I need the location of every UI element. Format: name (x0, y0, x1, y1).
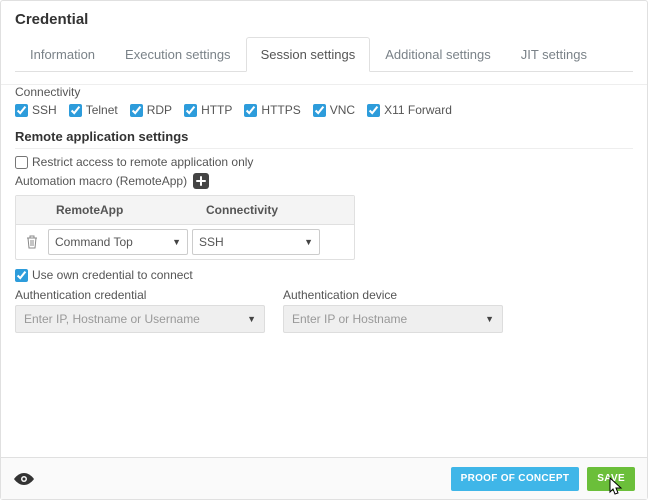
remoteapp-select[interactable]: Command Top ▼ (48, 229, 188, 255)
check-telnet[interactable]: Telnet (69, 103, 118, 117)
checkbox-http[interactable] (184, 104, 197, 117)
macro-label: Automation macro (RemoteApp) (15, 174, 187, 188)
check-label: HTTPS (261, 103, 300, 117)
placeholder-text: Enter IP, Hostname or Username (24, 312, 200, 326)
check-rdp[interactable]: RDP (130, 103, 172, 117)
page-title: Credential (15, 11, 633, 28)
connectivity-options: SSH Telnet RDP HTTP HTTPS VNC X11 Forwar… (15, 103, 633, 117)
check-label: Restrict access to remote application on… (32, 155, 253, 169)
chevron-down-icon: ▼ (304, 237, 313, 247)
auth-credential-input[interactable]: Enter IP, Hostname or Username ▼ (15, 305, 265, 333)
connectivity-select[interactable]: SSH ▼ (192, 229, 320, 255)
delete-row-button[interactable] (20, 235, 44, 249)
checkbox-ssh[interactable] (15, 104, 28, 117)
grid-header-conn: Connectivity (198, 196, 354, 224)
check-https[interactable]: HTTPS (244, 103, 300, 117)
tab-additional[interactable]: Additional settings (370, 37, 506, 72)
chevron-down-icon: ▼ (247, 314, 256, 324)
tab-jit[interactable]: JIT settings (506, 37, 602, 72)
check-restrict[interactable]: Restrict access to remote application on… (15, 155, 633, 169)
proof-of-concept-button[interactable]: Proof of Concept (451, 467, 580, 491)
grid-header-actions (16, 196, 48, 224)
checkbox-x11[interactable] (367, 104, 380, 117)
connectivity-label: Connectivity (15, 85, 633, 99)
remote-app-title: Remote application settings (15, 129, 633, 144)
auth-credential-label: Authentication credential (15, 288, 265, 302)
check-label: Telnet (86, 103, 118, 117)
connectivity-value: SSH (199, 235, 224, 249)
chevron-down-icon: ▼ (172, 237, 181, 247)
divider (15, 148, 633, 149)
checkbox-https[interactable] (244, 104, 257, 117)
checkbox-use-own[interactable] (15, 269, 28, 282)
placeholder-text: Enter IP or Hostname (292, 312, 407, 326)
check-ssh[interactable]: SSH (15, 103, 57, 117)
check-label: Use own credential to connect (32, 268, 193, 282)
auth-device-label: Authentication device (283, 288, 503, 302)
tab-session[interactable]: Session settings (246, 37, 371, 72)
check-label: RDP (147, 103, 172, 117)
check-label: HTTP (201, 103, 232, 117)
eye-icon[interactable] (13, 472, 35, 486)
check-http[interactable]: HTTP (184, 103, 232, 117)
tab-execution[interactable]: Execution settings (110, 37, 246, 72)
remoteapp-value: Command Top (55, 235, 133, 249)
checkbox-vnc[interactable] (313, 104, 326, 117)
checkbox-restrict[interactable] (15, 156, 28, 169)
footer: Proof of Concept Save (1, 457, 647, 499)
check-label: VNC (330, 103, 355, 117)
grid-header-app: RemoteApp (48, 196, 198, 224)
check-vnc[interactable]: VNC (313, 103, 355, 117)
checkbox-telnet[interactable] (69, 104, 82, 117)
check-label: X11 Forward (384, 103, 452, 117)
table-row: Command Top ▼ SSH ▼ (16, 225, 354, 259)
auth-device-input[interactable]: Enter IP or Hostname ▼ (283, 305, 503, 333)
checkbox-rdp[interactable] (130, 104, 143, 117)
check-use-own[interactable]: Use own credential to connect (15, 268, 633, 282)
check-label: SSH (32, 103, 57, 117)
chevron-down-icon: ▼ (485, 314, 494, 324)
trash-icon (26, 235, 38, 249)
tab-information[interactable]: Information (15, 37, 110, 72)
add-macro-button[interactable] (193, 173, 209, 189)
save-button[interactable]: Save (587, 467, 635, 491)
tabs: Information Execution settings Session s… (15, 36, 633, 72)
macro-grid: RemoteApp Connectivity Command Top ▼ SSH… (15, 195, 355, 260)
check-x11[interactable]: X11 Forward (367, 103, 452, 117)
